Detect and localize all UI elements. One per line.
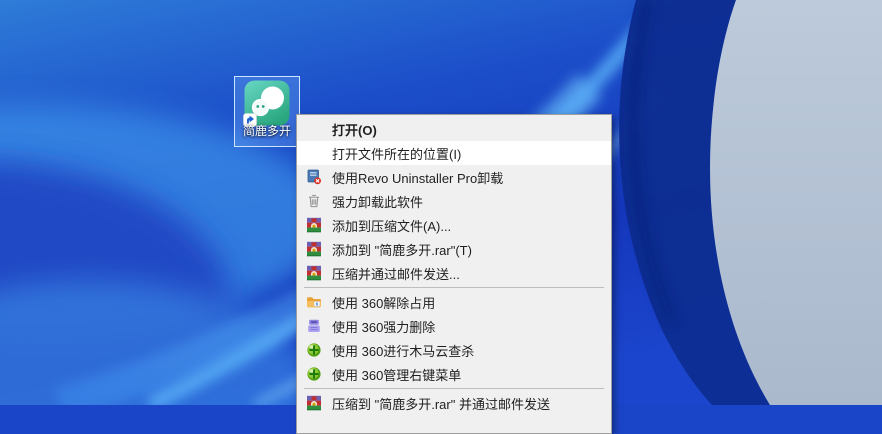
context-menu-item[interactable]: 6 使用 360解除占用 (297, 290, 611, 314)
context-menu-item[interactable]: 使用 360管理右键菜单 (297, 362, 611, 386)
context-menu-item[interactable]: 压缩并通过邮件发送... (297, 261, 611, 285)
context-menu-item[interactable]: 打开文件所在的位置(I) (297, 141, 611, 165)
menu-item-label: 压缩并通过邮件发送... (332, 266, 460, 282)
winrar-icon (305, 395, 322, 412)
no-icon (305, 145, 322, 162)
context-menu-item[interactable]: 使用Revo Uninstaller Pro卸载 (297, 165, 611, 189)
trash-icon (305, 193, 322, 210)
menu-item-label: 使用 360解除占用 (332, 295, 436, 311)
context-menu-item[interactable]: 添加到压缩文件(A)... (297, 213, 611, 237)
revo-uninstaller-icon (305, 169, 322, 186)
no-icon (305, 121, 322, 138)
360-security-ball-icon (305, 342, 322, 359)
context-menu-item[interactable]: 打开(O) (297, 117, 611, 141)
menu-separator (304, 388, 604, 389)
winrar-icon (305, 217, 322, 234)
menu-item-label: 打开(O) (332, 122, 377, 138)
menu-item-label: 使用 360管理右键菜单 (332, 367, 462, 383)
menu-item-label: 添加到压缩文件(A)... (332, 218, 452, 234)
context-menu-item[interactable]: 使用 360进行木马云查杀 (297, 338, 611, 362)
360-folder-icon: 6 (305, 294, 322, 311)
menu-item-label: 添加到 "简鹿多开.rar"(T) (332, 242, 472, 258)
menu-separator (304, 287, 604, 288)
360-security-ball-icon (305, 366, 322, 383)
winrar-icon (305, 265, 322, 282)
menu-item-label: 使用Revo Uninstaller Pro卸载 (332, 170, 504, 186)
context-menu: 打开(O) 打开文件所在的位置(I) 使用Revo Uninstaller Pro卸… (296, 114, 612, 434)
360-shredder-icon (305, 318, 322, 335)
menu-item-label: 打开文件所在的位置(I) (332, 146, 462, 162)
menu-item-label: 使用 360进行木马云查杀 (332, 343, 475, 359)
context-menu-item[interactable]: 强力卸载此软件 (297, 189, 611, 213)
context-menu-item[interactable]: 添加到 "简鹿多开.rar"(T) (297, 237, 611, 261)
context-menu-item[interactable]: 使用 360强力删除 (297, 314, 611, 338)
menu-item-label: 压缩到 "简鹿多开.rar" 并通过邮件发送 (332, 396, 550, 412)
menu-item-label: 强力卸载此软件 (332, 194, 424, 210)
menu-item-label: 使用 360强力删除 (332, 319, 436, 335)
desktop-icon-label: 简鹿多开 (242, 124, 291, 138)
winrar-icon (305, 241, 322, 258)
svg-text:6: 6 (315, 301, 318, 306)
desktop-shortcut-jianlu-duokai[interactable]: 简鹿多开 (234, 76, 300, 147)
context-menu-item[interactable]: 压缩到 "简鹿多开.rar" 并通过邮件发送 (297, 391, 611, 415)
